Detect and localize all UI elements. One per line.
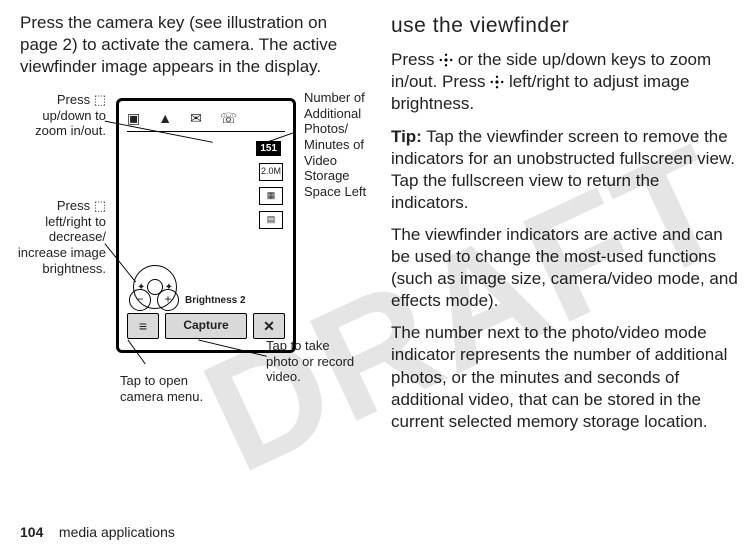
grid-icon: ▦ — [259, 187, 283, 205]
section-heading-viewfinder: use the viewfinder — [391, 12, 738, 39]
menu-button-icon: ≡ — [127, 313, 159, 339]
tip-label: Tip: — [391, 127, 422, 146]
phone-top-icon-row: ▣ ▲ ✉ ☏ — [127, 105, 285, 131]
nav-key-icon — [439, 53, 453, 67]
zoom-out-icon: − — [129, 289, 151, 311]
shots-remaining-badge: 151 — [256, 141, 281, 156]
footer-section-name: media applications — [59, 524, 175, 540]
paragraph-number-meaning: The number next to the photo/video mode … — [391, 322, 738, 432]
page-footer: 104 media applications — [20, 523, 175, 541]
envelope-icon: ✉ — [190, 109, 202, 127]
zoom-in-icon: + — [157, 289, 179, 311]
portrait-icon: ▲ — [158, 109, 172, 127]
callout-additional-shots: Number of Additional Photos/ Minutes of … — [304, 90, 384, 199]
callout-brightness: Press ⬚ left/right to decrease/ increase… — [14, 198, 106, 276]
phone-right-icon-stack: 2.0M ▦ ▤ — [259, 163, 283, 229]
nav-key-icon — [490, 75, 504, 89]
image-size-icon: 2.0M — [259, 163, 283, 181]
paragraph-indicators-active: The viewfinder indicators are active and… — [391, 224, 738, 312]
brightness-row: − + Brightness 2 — [129, 289, 283, 311]
brightness-label: Brightness 2 — [185, 294, 246, 307]
paragraph-zoom-brightness: Press or the side up/down keys to zoom i… — [391, 49, 738, 115]
page-number: 104 — [20, 524, 43, 540]
tip-body: Tap the viewfinder screen to remove the … — [391, 127, 735, 212]
handset-icon: ☏ — [220, 109, 238, 127]
phone-mockup: ▣ ▲ ✉ ☏ 151 2.0M ▦ ▤ — [116, 98, 296, 353]
storage-location-icon: ▤ — [259, 211, 283, 229]
paragraph-tip: Tip: Tap the viewfinder screen to remove… — [391, 126, 738, 214]
text-fragment: Press — [391, 50, 439, 69]
callout-take-photo: Tap to take photo or record video. — [266, 338, 356, 385]
phone-bottom-bar: ≡ Capture ✕ — [127, 310, 285, 342]
callout-zoom: Press ⬚ up/down to zoom in/out. — [14, 92, 106, 139]
intro-paragraph: Press the camera key (see illustration o… — [20, 12, 367, 78]
viewfinder-illustration: Press ⬚ up/down to zoom in/out. Press ⬚ … — [20, 88, 367, 428]
callout-open-menu: Tap to open camera menu. — [120, 373, 230, 404]
capture-button: Capture — [165, 313, 247, 339]
close-icon: ✕ — [253, 313, 285, 339]
focus-icon: ▣ — [127, 109, 140, 127]
